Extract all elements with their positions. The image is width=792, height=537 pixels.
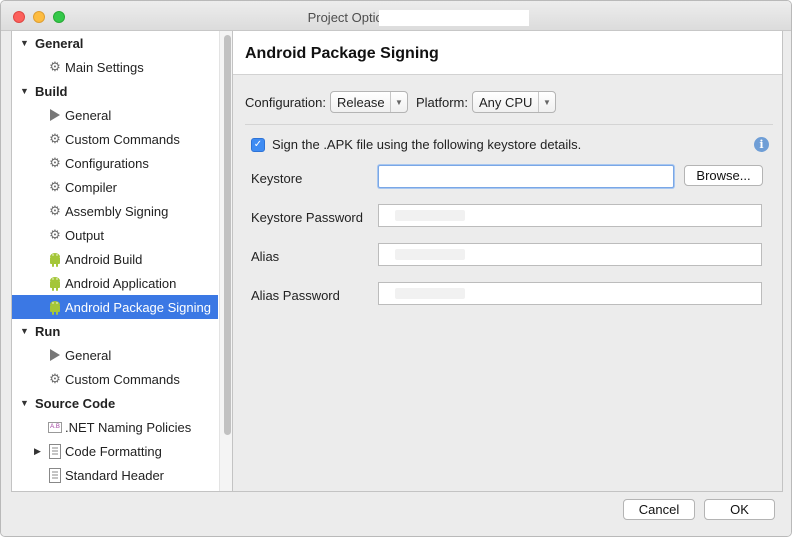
sidebar-category-run[interactable]: ▼ Run — [12, 319, 218, 343]
configuration-select-value: Release — [336, 94, 385, 110]
sidebar-item-label: Output — [65, 227, 105, 243]
redacted-password — [395, 210, 465, 221]
panel-title: Android Package Signing — [245, 45, 439, 62]
gear-icon: ⚙ — [49, 155, 61, 170]
sign-apk-checkbox[interactable]: ✓ — [251, 137, 265, 152]
info-icon[interactable]: i — [754, 137, 769, 152]
sidebar-item-android-package-signing[interactable]: Android Package Signing — [12, 295, 218, 319]
sidebar-item-standard-header[interactable]: Standard Header — [12, 463, 218, 487]
sidebar-item-main-settings[interactable]: ⚙ Main Settings — [12, 55, 218, 79]
title-bar: Project Options - — [1, 1, 791, 31]
gear-icon: ⚙ — [49, 203, 61, 218]
platform-select-value: Any CPU — [478, 94, 533, 110]
redacted-project-name — [379, 10, 529, 26]
sidebar-scroll-thumb[interactable] — [224, 35, 231, 435]
naming-icon: A.B — [47, 419, 63, 435]
sign-apk-label: Sign the .APK file using the following k… — [272, 137, 582, 152]
ok-button[interactable]: OK — [704, 499, 775, 520]
platform-label: Platform: — [415, 94, 468, 110]
sidebar-item-net-naming-policies[interactable]: A.B .NET Naming Policies — [12, 415, 218, 439]
main-panel: Android Package Signing Configuration: R… — [233, 31, 783, 492]
disclosure-expanded-icon[interactable]: ▼ — [20, 398, 29, 408]
dialog-footer: Cancel OK — [1, 492, 791, 536]
sidebar-category-general[interactable]: ▼ General — [12, 31, 218, 55]
sidebar-item-custom-commands[interactable]: ⚙ Custom Commands — [12, 127, 218, 151]
sign-apk-row: ✓ Sign the .APK file using the following… — [251, 137, 581, 152]
gear-icon: ⚙ — [49, 59, 61, 74]
disclosure-collapsed-icon[interactable]: ▶ — [34, 446, 41, 457]
alias-password-field[interactable] — [378, 282, 762, 305]
document-icon — [47, 467, 63, 483]
android-icon — [47, 299, 63, 315]
platform-select[interactable]: Any CPU ▼ — [471, 91, 556, 113]
redacted-alias-password — [395, 288, 465, 299]
sidebar-item-label: Custom Commands — [65, 131, 180, 147]
sidebar-scrollbar[interactable] — [219, 31, 232, 491]
android-icon — [47, 251, 63, 267]
configuration-select[interactable]: Release ▼ — [329, 91, 408, 113]
cancel-button[interactable]: Cancel — [623, 499, 695, 520]
sidebar-item-label: Compiler — [65, 179, 118, 195]
android-icon — [47, 275, 63, 291]
divider — [245, 124, 773, 125]
gear-icon: ⚙ — [49, 179, 61, 194]
sidebar-item-general[interactable]: General — [12, 343, 218, 367]
sidebar-item-label: Assembly Signing — [65, 203, 169, 219]
sidebar-item-label: Code Formatting — [65, 443, 162, 459]
redacted-alias — [395, 249, 465, 260]
sidebar-category-label: Build — [35, 83, 68, 99]
chevron-down-icon: ▼ — [389, 92, 407, 112]
disclosure-expanded-icon[interactable]: ▼ — [20, 86, 29, 96]
disclosure-expanded-icon[interactable]: ▼ — [20, 38, 29, 48]
gear-icon: ⚙ — [49, 371, 61, 386]
browse-button[interactable]: Browse... — [684, 165, 763, 186]
disclosure-expanded-icon[interactable]: ▼ — [20, 326, 29, 336]
alias-field[interactable] — [378, 243, 762, 266]
configuration-label: Configuration: — [245, 94, 326, 110]
sidebar-item-label: Standard Header — [65, 467, 165, 483]
gear-icon: ⚙ — [49, 131, 61, 146]
configuration-row: Configuration: Release ▼ Platform: Any C… — [245, 91, 564, 113]
document-icon — [47, 443, 63, 459]
sidebar-item-label: Main Settings — [65, 59, 144, 75]
keystore-password-label: Keystore Password — [251, 210, 363, 225]
sidebar-item-configurations[interactable]: ⚙ Configurations — [12, 151, 218, 175]
keystore-password-field[interactable] — [378, 204, 762, 227]
sidebar-category-source-code[interactable]: ▼ Source Code — [12, 391, 218, 415]
sidebar-item-label: .NET Naming Policies — [65, 419, 192, 435]
sidebar-item-code-formatting[interactable]: ▶ Code Formatting — [12, 439, 218, 463]
sidebar-item-label: Android Application — [65, 275, 177, 291]
sidebar-category-label: Source Code — [35, 395, 116, 411]
sidebar-item-label: General — [65, 347, 112, 363]
sidebar-item-android-build[interactable]: Android Build — [12, 247, 218, 271]
sidebar-item-compiler[interactable]: ⚙ Compiler — [12, 175, 218, 199]
panel-header: Android Package Signing — [233, 31, 782, 75]
chevron-down-icon: ▼ — [537, 92, 555, 112]
sidebar-item-label: Android Package Signing — [65, 299, 211, 315]
sidebar-item-output[interactable]: ⚙ Output — [12, 223, 218, 247]
sidebar-category-label: General — [35, 35, 84, 51]
play-icon — [47, 347, 63, 363]
sidebar-category-label: Run — [35, 323, 61, 339]
sidebar-item-general[interactable]: General — [12, 103, 218, 127]
keystore-field[interactable] — [378, 165, 674, 188]
alias-password-label: Alias Password — [251, 288, 340, 303]
alias-label: Alias — [251, 249, 280, 264]
gear-icon: ⚙ — [49, 227, 61, 242]
sidebar-item-label: Configurations — [65, 155, 149, 171]
sidebar-item-android-application[interactable]: Android Application — [12, 271, 218, 295]
sidebar-category-build[interactable]: ▼ Build — [12, 79, 218, 103]
options-sidebar: ▼ General ⚙ Main Settings ▼ Build General ⚙ Cust… — [11, 31, 233, 492]
sidebar-item-custom-commands[interactable]: ⚙ Custom Commands — [12, 367, 218, 391]
play-icon — [47, 107, 63, 123]
sidebar-item-label: Android Build — [65, 251, 143, 267]
sidebar-item-label: General — [65, 107, 112, 123]
keystore-label: Keystore — [251, 171, 303, 186]
sidebar-item-label: Custom Commands — [65, 371, 180, 387]
sidebar-item-assembly-signing[interactable]: ⚙ Assembly Signing — [12, 199, 218, 223]
project-options-window: Project Options - ▼ General ⚙ Main Settings… — [0, 0, 792, 537]
